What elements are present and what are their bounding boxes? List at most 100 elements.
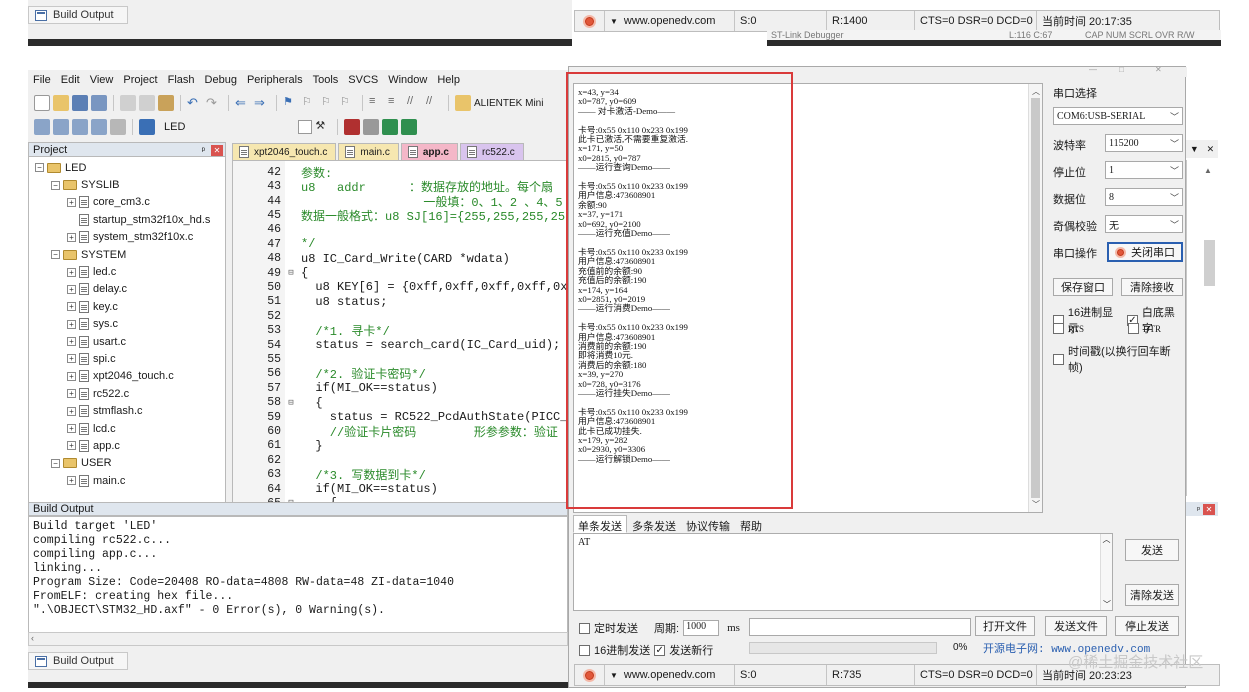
- redo-icon[interactable]: ↷: [206, 95, 222, 111]
- save-all-icon[interactable]: [91, 95, 107, 111]
- expand-icon[interactable]: +: [67, 371, 76, 381]
- bookmark-clear-icon[interactable]: ⚐: [340, 95, 356, 111]
- save-icon[interactable]: [72, 95, 88, 111]
- tree-group[interactable]: − LED: [29, 159, 225, 176]
- close-icon[interactable]: ✕: [1155, 65, 1162, 74]
- tree-file[interactable]: + app.c: [29, 437, 225, 454]
- uncomment-icon[interactable]: //: [426, 95, 442, 111]
- scroll-up-icon[interactable]: ︿: [1032, 86, 1040, 97]
- send-button[interactable]: 发送: [1125, 539, 1179, 561]
- editor-scroll-thumb[interactable]: [1204, 240, 1215, 286]
- expand-icon[interactable]: +: [67, 337, 76, 347]
- menu-svcs[interactable]: SVCS: [343, 72, 383, 90]
- editor-tab[interactable]: xpt2046_touch.c: [232, 143, 337, 160]
- tree-file[interactable]: startup_stm32f10x_hd.s: [29, 211, 225, 228]
- minimize-icon[interactable]: —: [1089, 65, 1097, 74]
- collapse-icon[interactable]: −: [51, 458, 60, 468]
- tree-file[interactable]: + key.c: [29, 298, 225, 315]
- menu-peripherals[interactable]: Peripherals: [242, 72, 308, 90]
- config-wizard-icon[interactable]: [455, 95, 471, 111]
- rts-checkbox[interactable]: [1053, 323, 1064, 334]
- tree-file[interactable]: + usart.c: [29, 333, 225, 350]
- dropdown-arrow-icon[interactable]: ▼: [610, 17, 618, 26]
- scroll-up-icon[interactable]: ︿: [1101, 534, 1112, 545]
- target-name[interactable]: LED: [164, 121, 185, 133]
- close-icon[interactable]: ✕: [1203, 503, 1215, 515]
- port-select[interactable]: COM6:USB-SERIAL ﹀: [1053, 107, 1183, 125]
- menu-flash[interactable]: Flash: [163, 72, 200, 90]
- tree-file[interactable]: + sys.c: [29, 316, 225, 333]
- tree-group[interactable]: − SYSLIB: [29, 176, 225, 193]
- bookmark-next-icon[interactable]: ⚐: [321, 95, 337, 111]
- indent-icon[interactable]: ≡: [369, 95, 385, 111]
- expand-icon[interactable]: +: [67, 476, 76, 486]
- menu-view[interactable]: View: [85, 72, 119, 90]
- send-tab[interactable]: 协议传输: [681, 515, 735, 533]
- hex-send-checkbox[interactable]: [579, 644, 590, 656]
- fold-icon[interactable]: ⊟: [285, 398, 297, 408]
- send-tab[interactable]: 帮助: [735, 515, 767, 533]
- menu-debug[interactable]: Debug: [200, 72, 242, 90]
- target-options-icon[interactable]: ⚒: [315, 119, 331, 135]
- select-packs-icon[interactable]: [363, 119, 380, 135]
- send-file-button[interactable]: 发送文件: [1045, 616, 1107, 636]
- tree-file[interactable]: + spi.c: [29, 350, 225, 367]
- record-icon-cell[interactable]: [575, 11, 605, 31]
- open-file-button[interactable]: 打开文件: [975, 616, 1035, 636]
- collapse-icon[interactable]: −: [51, 180, 60, 190]
- batch-build-icon[interactable]: [91, 119, 107, 135]
- tab-scroll-icon[interactable]: ▼: [1190, 144, 1199, 154]
- stop-build-icon[interactable]: [110, 119, 126, 135]
- scroll-down-icon[interactable]: ﹀: [1101, 599, 1113, 610]
- maximize-icon[interactable]: □: [1119, 65, 1124, 74]
- baud-select[interactable]: 115200 ﹀: [1105, 134, 1183, 152]
- save-window-button[interactable]: 保存窗口: [1053, 278, 1113, 296]
- editor-tab[interactable]: main.c: [338, 143, 399, 160]
- toolbar-brand[interactable]: ALIENTEK Mini: [474, 98, 543, 109]
- tree-file[interactable]: + led.c: [29, 263, 225, 280]
- expand-icon[interactable]: +: [67, 424, 76, 434]
- menu-file[interactable]: File: [28, 72, 56, 90]
- menu-help[interactable]: Help: [432, 72, 465, 90]
- bookmark-icon[interactable]: ⚑: [283, 95, 299, 111]
- receive-scrollbar[interactable]: ︿ ﹀: [1028, 84, 1042, 512]
- send-tab[interactable]: 多条发送: [627, 515, 681, 533]
- expand-icon[interactable]: +: [67, 319, 76, 329]
- send-tab[interactable]: 单条发送: [573, 515, 627, 533]
- expand-icon[interactable]: +: [67, 354, 76, 364]
- fold-icon[interactable]: ⊟: [285, 268, 297, 278]
- send-newline-checkbox[interactable]: ✓: [654, 644, 666, 656]
- new-file-icon[interactable]: [34, 95, 50, 111]
- tree-file[interactable]: + rc522.c: [29, 385, 225, 402]
- collapse-icon[interactable]: −: [35, 163, 44, 173]
- expand-icon[interactable]: +: [67, 389, 76, 399]
- nav-forward-icon[interactable]: ⇒: [254, 95, 270, 111]
- open-folder-icon[interactable]: [53, 95, 69, 111]
- timed-send-checkbox[interactable]: [579, 622, 590, 634]
- dropdown-arrow-icon[interactable]: ▼: [610, 671, 618, 680]
- period-input[interactable]: 1000: [683, 620, 720, 636]
- tree-group[interactable]: − SYSTEM: [29, 246, 225, 263]
- pin-icon[interactable]: ᵖ: [202, 145, 205, 155]
- target-dropdown-icon[interactable]: [298, 120, 313, 134]
- build-output-hscroll[interactable]: ‹: [28, 632, 568, 646]
- editor-tab[interactable]: app.c: [400, 143, 458, 160]
- nav-back-icon[interactable]: ⇐: [235, 95, 251, 111]
- paste-icon[interactable]: [158, 95, 174, 111]
- dtr-checkbox[interactable]: [1127, 323, 1139, 334]
- pack-installer-icon[interactable]: [401, 119, 418, 135]
- tree-file[interactable]: + system_stm32f10x.c: [29, 229, 225, 246]
- parity-select[interactable]: 无 ﹀: [1105, 215, 1183, 233]
- send-input[interactable]: AT ︿ ﹀: [573, 533, 1113, 611]
- tree-file[interactable]: + delay.c: [29, 281, 225, 298]
- expand-icon[interactable]: +: [67, 441, 76, 451]
- close-icon[interactable]: ✕: [211, 144, 223, 156]
- close-icon[interactable]: ✕: [1207, 144, 1215, 155]
- translate-icon[interactable]: [34, 119, 50, 135]
- expand-icon[interactable]: +: [67, 302, 76, 312]
- send-scrollbar[interactable]: ︿ ﹀: [1100, 534, 1112, 610]
- download-icon[interactable]: [139, 119, 155, 135]
- expand-icon[interactable]: +: [67, 232, 76, 242]
- top-build-output-tab[interactable]: Build Output: [28, 6, 128, 24]
- unindent-icon[interactable]: ≡: [388, 95, 404, 111]
